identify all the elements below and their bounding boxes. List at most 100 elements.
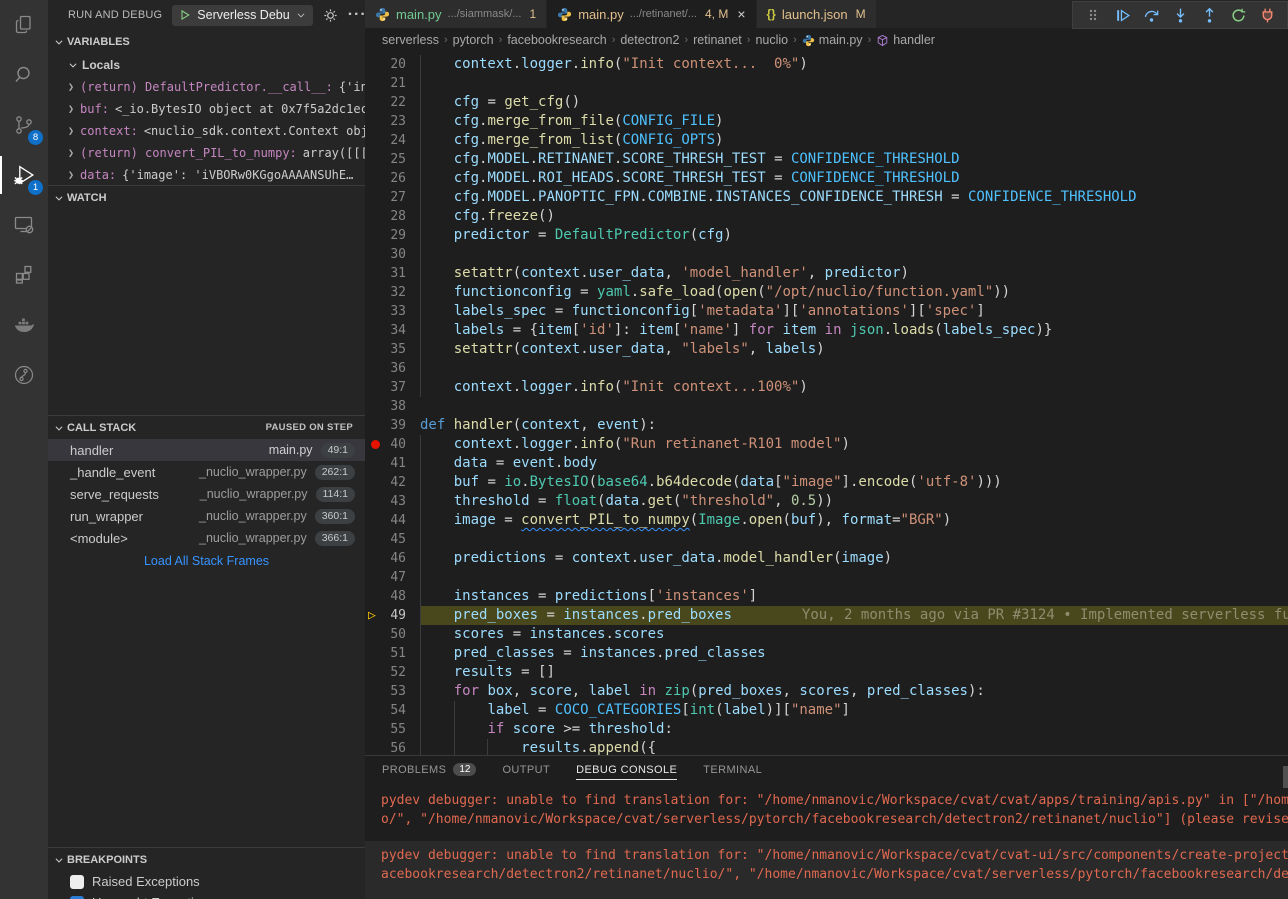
console-message[interactable]: pydev debugger: unable to find translati… xyxy=(365,841,1288,899)
stack-frame-row[interactable]: run_wrapper_nuclio_wrapper.py360:1 xyxy=(48,505,365,527)
breakpoint-icon[interactable] xyxy=(371,440,380,449)
gutter[interactable]: 39 xyxy=(365,416,420,435)
gutter[interactable]: 25 xyxy=(365,150,420,169)
activity-item-extensions[interactable] xyxy=(0,250,48,300)
code-line-47[interactable]: 47 xyxy=(365,568,1288,587)
code-line-32[interactable]: 32 functionconfig = yaml.safe_load(open(… xyxy=(365,283,1288,302)
code-line-23[interactable]: 23 cfg.merge_from_file(CONFIG_FILE) xyxy=(365,112,1288,131)
gutter[interactable]: 30 xyxy=(365,245,420,264)
code-line-31[interactable]: 31 setattr(context.user_data, 'model_han… xyxy=(365,264,1288,283)
activity-item-docker[interactable] xyxy=(0,300,48,350)
variable-row[interactable]: ❯buf:<_io.BytesIO object at 0x7f5a2dc1ec… xyxy=(48,98,365,120)
gutter[interactable]: 56 xyxy=(365,739,420,755)
variable-row[interactable]: ❯(return) convert_PIL_to_numpy:array([[[… xyxy=(48,142,365,164)
variable-row[interactable]: ❯data:{'image': 'iVBORw0KGgoAAAANSUhE… xyxy=(48,164,365,185)
editor-tab-main-py[interactable]: main.py.../retinanet/...4, M× xyxy=(547,0,756,28)
editor-tab-main-py[interactable]: main.py.../siammask/...1 xyxy=(365,0,547,28)
breadcrumb-item-serverless[interactable]: serverless xyxy=(382,33,439,47)
call-stack-header[interactable]: CALL STACK PAUSED ON STEP xyxy=(48,415,365,439)
gutter[interactable]: 53 xyxy=(365,682,420,701)
gutter[interactable]: 51 xyxy=(365,644,420,663)
gutter[interactable]: 47 xyxy=(365,568,420,587)
code-line-24[interactable]: 24 cfg.merge_from_list(CONFIG_OPTS) xyxy=(365,131,1288,150)
code-editor[interactable]: 20 context.logger.info("Init context... … xyxy=(365,52,1288,755)
gutter[interactable]: 45 xyxy=(365,530,420,549)
more-actions-icon[interactable]: ··· xyxy=(348,6,365,24)
launch-config-dropdown[interactable]: Serverless Debu xyxy=(172,5,312,26)
code-line-48[interactable]: 48 instances = predictions['instances'] xyxy=(365,587,1288,606)
activity-item-remote-explorer[interactable] xyxy=(0,200,48,250)
gutter[interactable]: 37 xyxy=(365,378,420,397)
stack-frame-row[interactable]: <module>_nuclio_wrapper.py366:1 xyxy=(48,527,365,549)
code-line-30[interactable]: 30 xyxy=(365,245,1288,264)
checkbox[interactable]: ✓ xyxy=(70,896,84,899)
activity-item-source-control[interactable]: 8 xyxy=(0,100,48,150)
load-all-stack-frames-link[interactable]: Load All Stack Frames xyxy=(48,549,365,573)
code-line-22[interactable]: 22 cfg = get_cfg() xyxy=(365,93,1288,112)
gutter[interactable]: 26 xyxy=(365,169,420,188)
variable-row[interactable]: ❯context:<nuclio_sdk.context.Context obj… xyxy=(48,120,365,142)
code-line-55[interactable]: 55 if score >= threshold: xyxy=(365,720,1288,739)
restart-button[interactable] xyxy=(1226,3,1250,27)
gutter[interactable]: 40 xyxy=(365,435,420,454)
breakpoints-header[interactable]: BREAKPOINTS xyxy=(48,847,365,871)
gutter[interactable]: 35 xyxy=(365,340,420,359)
gutter[interactable]: 50 xyxy=(365,625,420,644)
gutter[interactable]: 38 xyxy=(365,397,420,416)
gutter[interactable]: 52 xyxy=(365,663,420,682)
variables-header[interactable]: VARIABLES xyxy=(48,30,365,54)
activity-item-explorer[interactable] xyxy=(0,0,48,50)
gutter[interactable]: 46 xyxy=(365,549,420,568)
gutter[interactable]: 31 xyxy=(365,264,420,283)
panel-tab-terminal[interactable]: TERMINAL xyxy=(703,764,762,780)
code-line-49[interactable]: ▷49 pred_boxes = instances.pred_boxesYou… xyxy=(365,606,1288,625)
panel-tab-problems[interactable]: PROBLEMS12 xyxy=(382,763,476,780)
code-line-37[interactable]: 37 context.logger.info("Init context...1… xyxy=(365,378,1288,397)
code-line-53[interactable]: 53 for box, score, label in zip(pred_box… xyxy=(365,682,1288,701)
gutter[interactable]: 32 xyxy=(365,283,420,302)
panel-tab-output[interactable]: OUTPUT xyxy=(502,764,550,780)
gutter[interactable]: 33 xyxy=(365,302,420,321)
code-line-38[interactable]: 38 xyxy=(365,397,1288,416)
code-line-28[interactable]: 28 cfg.freeze() xyxy=(365,207,1288,226)
code-line-36[interactable]: 36 xyxy=(365,359,1288,378)
checkbox[interactable] xyxy=(70,875,84,889)
code-line-35[interactable]: 35 setattr(context.user_data, "labels", … xyxy=(365,340,1288,359)
step-over-button[interactable] xyxy=(1139,3,1163,27)
gutter[interactable]: 54 xyxy=(365,701,420,720)
stack-frame-row[interactable]: _handle_event_nuclio_wrapper.py262:1 xyxy=(48,461,365,483)
code-line-27[interactable]: 27 cfg.MODEL.PANOPTIC_FPN.COMBINE.INSTAN… xyxy=(365,188,1288,207)
breadcrumb-item-handler[interactable]: handler xyxy=(876,33,935,47)
step-out-button[interactable] xyxy=(1197,3,1221,27)
gutter[interactable]: 48 xyxy=(365,587,420,606)
gutter[interactable]: 29 xyxy=(365,226,420,245)
panel-tab-debug-console[interactable]: DEBUG CONSOLE xyxy=(576,764,677,780)
code-line-46[interactable]: 46 predictions = context.user_data.model… xyxy=(365,549,1288,568)
gutter[interactable]: 41 xyxy=(365,454,420,473)
code-line-21[interactable]: 21 xyxy=(365,74,1288,93)
gutter[interactable]: 24 xyxy=(365,131,420,150)
watch-header[interactable]: WATCH xyxy=(48,185,365,209)
code-line-40[interactable]: 40 context.logger.info("Run retinanet-R1… xyxy=(365,435,1288,454)
breadcrumb-item-pytorch[interactable]: pytorch xyxy=(453,33,494,47)
code-line-41[interactable]: 41 data = event.body xyxy=(365,454,1288,473)
breakpoint-row[interactable]: Raised Exceptions xyxy=(48,871,365,892)
gutter[interactable]: 23 xyxy=(365,112,420,131)
gutter[interactable]: 36 xyxy=(365,359,420,378)
debug-console-output[interactable]: pydev debugger: unable to find translati… xyxy=(365,787,1288,899)
console-message[interactable]: pydev debugger: unable to find translati… xyxy=(365,787,1288,829)
activity-item-search[interactable] xyxy=(0,50,48,100)
gutter[interactable]: ▷49 xyxy=(365,606,420,625)
gutter[interactable]: 27 xyxy=(365,188,420,207)
code-line-39[interactable]: 39def handler(context, event): xyxy=(365,416,1288,435)
code-line-33[interactable]: 33 labels_spec = functionconfig['metadat… xyxy=(365,302,1288,321)
code-line-51[interactable]: 51 pred_classes = instances.pred_classes xyxy=(365,644,1288,663)
stack-frame-row[interactable]: serve_requests_nuclio_wrapper.py114:1 xyxy=(48,483,365,505)
gutter[interactable]: 55 xyxy=(365,720,420,739)
code-line-34[interactable]: 34 labels = {item['id']: item['name'] fo… xyxy=(365,321,1288,340)
disconnect-button[interactable] xyxy=(1255,3,1279,27)
code-line-26[interactable]: 26 cfg.MODEL.ROI_HEADS.SCORE_THRESH_TEST… xyxy=(365,169,1288,188)
breadcrumb-item-detectron2[interactable]: detectron2 xyxy=(620,33,679,47)
stack-frame-row[interactable]: handlermain.py49:1 xyxy=(48,439,365,461)
code-line-56[interactable]: 56 results.append({ xyxy=(365,739,1288,755)
